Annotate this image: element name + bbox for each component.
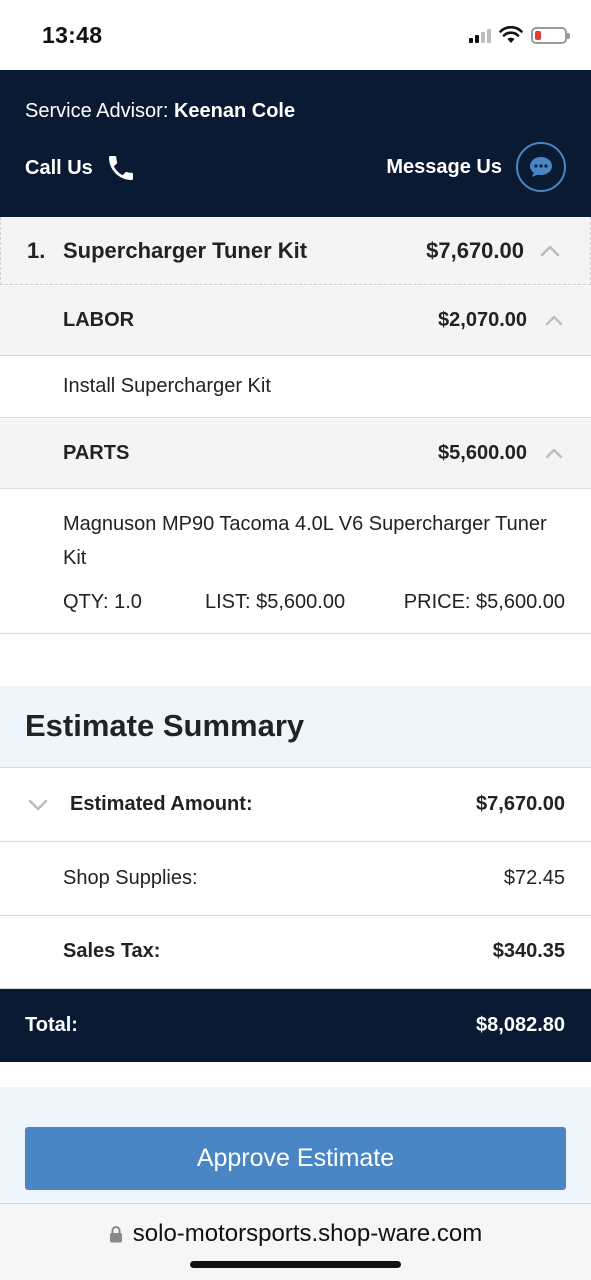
part-qty: QTY: 1.0 bbox=[63, 591, 142, 613]
url-text: solo-motorsports.shop-ware.com bbox=[132, 1220, 483, 1247]
parts-title: PARTS bbox=[63, 442, 130, 464]
wifi-icon bbox=[499, 26, 523, 43]
cellular-signal-icon bbox=[469, 27, 491, 43]
service-advisor: Service Advisor: Keenan Cole bbox=[25, 100, 295, 123]
sales-tax-value: $340.35 bbox=[492, 940, 565, 962]
advisor-name: Keenan Cole bbox=[173, 100, 296, 122]
part-price: PRICE: $5,600.00 bbox=[403, 591, 565, 613]
chat-bubble-icon bbox=[516, 142, 566, 192]
browser-url-bar[interactable]: solo-motorsports.shop-ware.com bbox=[0, 1203, 591, 1280]
estimate-summary-header: Estimate Summary bbox=[0, 686, 591, 768]
part-item: Magnuson MP90 Tacoma 4.0L V6 Supercharge… bbox=[0, 490, 591, 634]
estimate-summary-title: Estimate Summary bbox=[25, 708, 305, 743]
labor-price: $2,070.00 bbox=[438, 309, 527, 331]
labor-title: LABOR bbox=[63, 309, 135, 331]
phone-icon bbox=[108, 156, 133, 180]
job-header[interactable]: 1. Supercharger Tuner Kit $7,670.00 bbox=[0, 217, 591, 285]
sales-tax-label: Sales Tax: bbox=[63, 940, 161, 962]
estimated-amount-value: $7,670.00 bbox=[476, 793, 565, 815]
labor-item: Install Supercharger Kit bbox=[0, 357, 591, 418]
message-us-label: Message Us bbox=[386, 155, 502, 178]
status-time: 13:48 bbox=[42, 22, 103, 48]
url-display[interactable]: solo-motorsports.shop-ware.com bbox=[0, 1220, 591, 1248]
total-value: $8,082.80 bbox=[476, 1014, 565, 1036]
shop-supplies-label: Shop Supplies: bbox=[63, 867, 198, 889]
part-list-price: LIST: $5,600.00 bbox=[205, 591, 346, 613]
estimated-amount-label: Estimated Amount: bbox=[70, 793, 253, 815]
estimated-amount-row[interactable]: Estimated Amount: $7,670.00 bbox=[0, 769, 591, 842]
total-label: Total: bbox=[25, 1014, 78, 1036]
sales-tax-row: Sales Tax: $340.35 bbox=[0, 916, 591, 989]
chevron-down-icon[interactable] bbox=[28, 799, 48, 811]
parts-price: $5,600.00 bbox=[438, 442, 527, 464]
job-price: $7,670.00 bbox=[426, 237, 524, 263]
labor-description: Install Supercharger Kit bbox=[63, 375, 271, 397]
job-name: Supercharger Tuner Kit bbox=[63, 237, 308, 263]
header: Service Advisor: Keenan Cole Call Us Mes… bbox=[0, 70, 591, 217]
advisor-label: Service Advisor: bbox=[25, 100, 169, 122]
call-us-label: Call Us bbox=[25, 156, 93, 179]
lock-icon bbox=[109, 1226, 122, 1243]
part-name: Magnuson MP90 Tacoma 4.0L V6 Supercharge… bbox=[63, 513, 547, 569]
home-indicator[interactable] bbox=[190, 1261, 401, 1268]
labor-section-header[interactable]: LABOR $2,070.00 bbox=[0, 286, 591, 356]
chevron-up-icon[interactable] bbox=[540, 245, 560, 257]
status-bar: 13:48 bbox=[0, 0, 591, 70]
shop-supplies-row: Shop Supplies: $72.45 bbox=[0, 843, 591, 916]
battery-icon bbox=[531, 26, 570, 44]
job-number: 1. bbox=[27, 237, 46, 263]
shop-supplies-value: $72.45 bbox=[503, 867, 565, 889]
status-icons bbox=[469, 22, 570, 48]
chevron-up-icon[interactable] bbox=[545, 315, 563, 326]
total-row: Total: $8,082.80 bbox=[0, 989, 591, 1062]
parts-section-header[interactable]: PARTS $5,600.00 bbox=[0, 419, 591, 489]
approve-estimate-button[interactable]: Approve Estimate bbox=[25, 1127, 566, 1190]
call-us-button[interactable]: Call Us bbox=[25, 152, 137, 184]
chevron-up-icon[interactable] bbox=[545, 448, 563, 459]
message-us-button[interactable]: Message Us bbox=[386, 142, 566, 192]
